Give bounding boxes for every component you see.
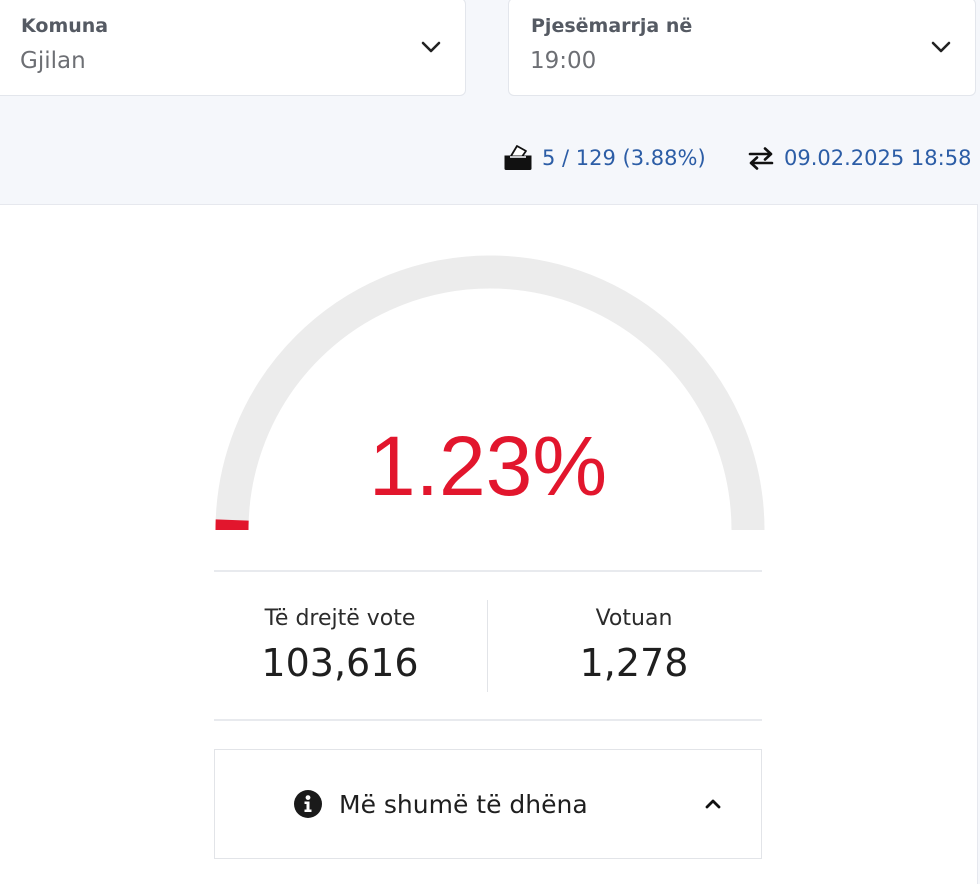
- divider: [214, 719, 762, 721]
- turnout-time-value: 19:00: [530, 48, 596, 74]
- more-data-content: Më shumë të dhëna: [293, 750, 588, 858]
- last-updated-text: 09.02.2025 18:58: [784, 146, 971, 170]
- municipality-select[interactable]: Komuna Gjilan: [0, 0, 466, 96]
- polling-stations-text: 5 / 129 (3.88%): [542, 146, 706, 170]
- eligible-voters-stat: Të drejtë vote 103,616: [204, 604, 476, 686]
- eligible-voters-label: Të drejtë vote: [204, 604, 476, 634]
- polling-stations-status: 5 / 129 (3.88%): [503, 142, 706, 174]
- municipality-label: Komuna: [21, 15, 108, 37]
- turnout-time-select[interactable]: Pjesëmarrja në 19:00: [508, 0, 976, 96]
- voted-stat: Votuan 1,278: [498, 604, 770, 686]
- voted-label: Votuan: [498, 604, 770, 634]
- chevron-down-icon[interactable]: [419, 35, 443, 59]
- divider: [214, 570, 762, 572]
- turnout-percentage: 1.23%: [214, 416, 762, 517]
- municipality-value: Gjilan: [20, 48, 86, 74]
- exchange-arrows-icon[interactable]: [747, 145, 775, 171]
- voted-value: 1,278: [498, 640, 770, 686]
- stat-separator: [487, 600, 488, 692]
- eligible-voters-value: 103,616: [204, 640, 476, 686]
- chevron-down-icon[interactable]: [929, 35, 953, 59]
- turnout-time-label: Pjesëmarrja në: [531, 15, 692, 37]
- last-updated-status[interactable]: 09.02.2025 18:58: [747, 142, 971, 174]
- chevron-up-icon[interactable]: [703, 796, 723, 812]
- more-data-label: Më shumë të dhëna: [339, 790, 588, 819]
- more-data-toggle[interactable]: Më shumë të dhëna: [214, 749, 762, 859]
- info-circle-icon: [293, 789, 323, 819]
- ballot-box-icon: [503, 143, 533, 173]
